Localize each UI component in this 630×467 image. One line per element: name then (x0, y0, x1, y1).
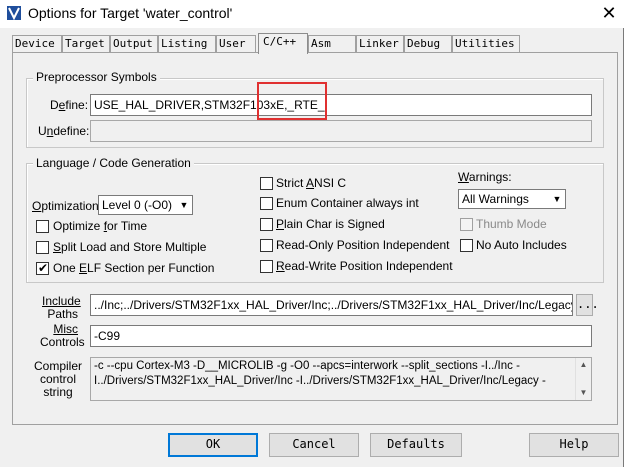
optimization-label: Optimization: (32, 199, 103, 213)
ropi-label: Read-Only Position Independent (276, 238, 450, 252)
tab-utilities[interactable]: Utilities (452, 35, 520, 53)
optimize-for-time-checkbox[interactable] (36, 220, 49, 233)
split-load-store-label: Split Load and Store Multiple (53, 240, 207, 254)
optimization-select[interactable]: Level 0 (-O0) ▼ (98, 195, 193, 215)
compiler-control-scrollbar[interactable]: ▲ ▼ (575, 358, 591, 400)
optimization-value: Level 0 (-O0) (102, 198, 173, 212)
one-elf-section-label: One ELF Section per Function (53, 261, 215, 275)
define-input[interactable]: USE_HAL_DRIVER,STM32F103xE,_RTE_ (90, 94, 592, 116)
title-bar[interactable]: Options for Target 'water_control' ✕ (0, 0, 624, 28)
plain-char-signed-label: Plain Char is Signed (276, 217, 385, 231)
warnings-select[interactable]: All Warnings ▼ (458, 189, 566, 209)
compiler-control-string-label: Compiler control string (33, 359, 82, 399)
undefine-label: Undefine: (38, 124, 90, 138)
tab-device[interactable]: Device (12, 35, 62, 53)
tab-user[interactable]: User (216, 35, 256, 53)
close-icon[interactable]: ✕ (596, 2, 622, 24)
strict-ansi-c-label: Strict ANSI C (276, 176, 347, 190)
include-paths-input[interactable]: ../Inc;../Drivers/STM32F1xx_HAL_Driver/I… (90, 294, 573, 316)
define-label: Define: (50, 98, 89, 112)
enum-container-checkbox[interactable] (260, 197, 273, 210)
include-paths-label: Include Paths (42, 294, 81, 321)
cancel-button[interactable]: Cancel (269, 433, 359, 457)
include-paths-browse-button[interactable]: ... (576, 294, 599, 316)
window-title: Options for Target 'water_control' (28, 5, 233, 21)
thumb-mode-label: Thumb Mode (476, 217, 547, 231)
plain-char-signed-checkbox[interactable] (260, 218, 273, 231)
tab-listing[interactable]: Listing (158, 35, 216, 53)
misc-controls-input[interactable]: -C99 (90, 325, 592, 347)
warnings-label: Warnings: (458, 170, 512, 184)
tab-strip: Device Target Output Listing User C/C++ … (12, 33, 622, 54)
enum-container-label: Enum Container always int (276, 196, 419, 210)
help-button[interactable]: Help (529, 433, 619, 457)
no-auto-includes-checkbox[interactable] (460, 239, 473, 252)
warnings-value: All Warnings (462, 192, 529, 206)
optimize-for-time-label: Optimize for Time (53, 219, 148, 233)
split-load-store-checkbox[interactable] (36, 241, 49, 254)
chevron-down-icon: ▼ (552, 194, 562, 204)
highlight-box (257, 82, 327, 120)
checkmark-icon: ✔ (38, 261, 49, 275)
tab-target[interactable]: Target (62, 35, 110, 53)
keil-app-icon (7, 6, 21, 21)
language-group-title: Language / Code Generation (33, 156, 194, 170)
tab-asm[interactable]: Asm (308, 35, 356, 53)
compiler-control-string-box[interactable]: -c --cpu Cortex-M3 -D__MICROLIB -g -O0 -… (90, 357, 592, 401)
misc-controls-label: Misc Controls (40, 322, 85, 349)
rwpi-checkbox[interactable] (260, 260, 273, 273)
strict-ansi-c-checkbox[interactable] (260, 177, 273, 190)
defaults-button[interactable]: Defaults (370, 433, 462, 457)
compiler-control-line-2: I../Drivers/STM32F1xx_HAL_Driver/Inc -I.… (94, 375, 546, 387)
thumb-mode-checkbox[interactable] (460, 218, 473, 231)
chevron-down-icon: ▼ (179, 200, 189, 210)
options-dialog: Options for Target 'water_control' ✕ Dev… (0, 0, 624, 467)
undefine-input[interactable] (90, 120, 592, 142)
no-auto-includes-label: No Auto Includes (476, 238, 567, 252)
tab-c-cpp[interactable]: C/C++ (258, 33, 308, 54)
scroll-down-icon[interactable]: ▼ (576, 386, 591, 400)
tab-output[interactable]: Output (110, 35, 158, 53)
compiler-control-line-1: -c --cpu Cortex-M3 -D__MICROLIB -g -O0 -… (94, 360, 520, 372)
tab-debug[interactable]: Debug (404, 35, 452, 53)
tab-linker[interactable]: Linker (356, 35, 404, 53)
one-elf-section-checkbox[interactable]: ✔ (36, 261, 49, 275)
preprocessor-group-title: Preprocessor Symbols (33, 70, 160, 84)
ok-button[interactable]: OK (168, 433, 258, 457)
ropi-checkbox[interactable] (260, 239, 273, 252)
scroll-up-icon[interactable]: ▲ (576, 358, 591, 372)
rwpi-label: Read-Write Position Independent (276, 259, 453, 273)
